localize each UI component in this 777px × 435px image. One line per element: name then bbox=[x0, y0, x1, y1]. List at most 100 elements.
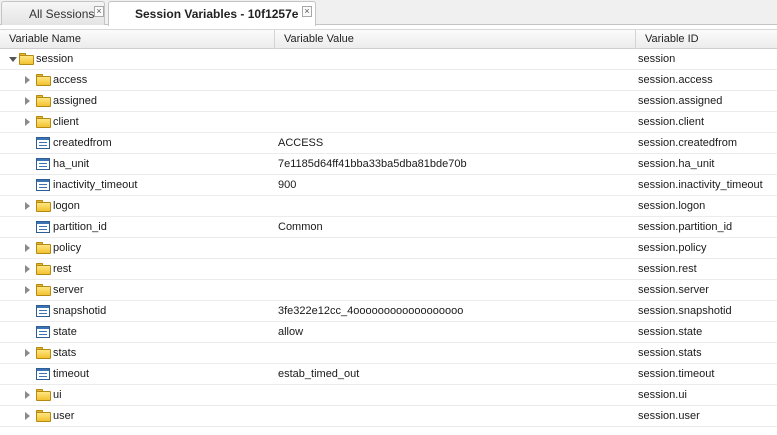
tab-strip: All Sessions × Session Variables - 10f12… bbox=[0, 0, 777, 26]
folder-icon bbox=[36, 389, 51, 401]
column-header-variable-value[interactable]: Variable Value bbox=[274, 30, 635, 49]
table-row[interactable]: ui session.ui bbox=[0, 385, 777, 406]
expand-arrow-right-icon[interactable] bbox=[25, 76, 30, 84]
variable-id-cell: session.rest bbox=[638, 263, 697, 275]
table-row[interactable]: partition_id Common session.partition_id bbox=[0, 217, 777, 238]
variable-tree-grid: session session access session.access assign… bbox=[0, 49, 777, 427]
folder-icon bbox=[36, 263, 51, 275]
variable-name-cell: ui bbox=[0, 385, 274, 405]
table-row[interactable]: stats session.stats bbox=[0, 343, 777, 364]
variable-icon bbox=[36, 305, 50, 317]
variable-name: stats bbox=[53, 347, 77, 359]
folder-icon bbox=[36, 74, 51, 86]
variable-name: assigned bbox=[53, 95, 98, 107]
variable-name: snapshotid bbox=[53, 305, 107, 317]
variable-value-cell bbox=[278, 280, 634, 300]
variable-value-cell bbox=[278, 385, 634, 405]
variable-value-cell: ACCESS bbox=[278, 137, 324, 149]
variable-name-cell: snapshotid bbox=[0, 301, 274, 321]
expand-arrow-down-icon[interactable] bbox=[9, 57, 17, 62]
table-row[interactable]: inactivity_timeout 900 session.inactivity_… bbox=[0, 175, 777, 196]
folder-icon bbox=[36, 347, 51, 359]
variable-name-cell: ha_unit bbox=[0, 154, 274, 174]
variable-name: session bbox=[36, 53, 74, 65]
table-row[interactable]: state allow session.state bbox=[0, 322, 777, 343]
folder-icon bbox=[36, 284, 51, 296]
expand-arrow-right-icon[interactable] bbox=[25, 97, 30, 105]
variable-id-cell: session.partition_id bbox=[638, 221, 733, 233]
table-row[interactable]: client session.client bbox=[0, 112, 777, 133]
variable-id-cell: session.createdfrom bbox=[638, 137, 738, 149]
variable-name-cell: createdfrom bbox=[0, 133, 274, 153]
variable-icon bbox=[36, 179, 50, 191]
variable-icon bbox=[36, 368, 50, 380]
tab-close-icon[interactable]: × bbox=[94, 6, 104, 17]
variable-id-cell: session.assigned bbox=[638, 95, 723, 107]
table-row[interactable]: user session.user bbox=[0, 406, 777, 427]
table-row[interactable]: createdfrom ACCESS session.createdfrom bbox=[0, 133, 777, 154]
table-row[interactable]: timeout estab_timed_out session.timeout bbox=[0, 364, 777, 385]
folder-icon bbox=[19, 53, 34, 65]
variable-name-cell: state bbox=[0, 322, 274, 342]
variable-name: timeout bbox=[53, 368, 90, 380]
variable-value-cell bbox=[278, 259, 634, 279]
variable-value-cell: 7e1185d64ff41bba33ba5dba81bde70b bbox=[278, 158, 467, 170]
variable-value-cell bbox=[278, 91, 634, 111]
variable-name: ha_unit bbox=[53, 158, 90, 170]
table-row[interactable]: ha_unit 7e1185d64ff41bba33ba5dba81bde70b s… bbox=[0, 154, 777, 175]
variable-name: client bbox=[53, 116, 79, 128]
variable-id-cell: session.stats bbox=[638, 347, 702, 359]
variable-id-cell: session.timeout bbox=[638, 368, 715, 380]
grid-header: Variable Name Variable Value Variable ID bbox=[0, 29, 777, 49]
column-header-variable-name[interactable]: Variable Name bbox=[0, 30, 274, 49]
table-row[interactable]: policy session.policy bbox=[0, 238, 777, 259]
variable-value-cell: 3fe322e12cc_4oooooooooooooooooo bbox=[278, 305, 464, 317]
tab-session-variables[interactable]: Session Variables - 10f1257e × bbox=[108, 1, 316, 26]
folder-icon bbox=[36, 242, 51, 254]
expand-arrow-right-icon[interactable] bbox=[25, 286, 30, 294]
table-row[interactable]: snapshotid 3fe322e12cc_4ooooooooooooooooo… bbox=[0, 301, 777, 322]
variable-name: access bbox=[53, 74, 88, 86]
column-header-variable-id[interactable]: Variable ID bbox=[635, 30, 777, 49]
variable-icon bbox=[36, 158, 50, 170]
variable-icon bbox=[36, 326, 50, 338]
variable-name-cell: logon bbox=[0, 196, 274, 216]
variable-name-cell: access bbox=[0, 70, 274, 90]
expand-arrow-right-icon[interactable] bbox=[25, 244, 30, 252]
expand-arrow-right-icon[interactable] bbox=[25, 391, 30, 399]
table-row[interactable]: access session.access bbox=[0, 70, 777, 91]
variable-id-cell: session.server bbox=[638, 284, 709, 296]
variable-name: createdfrom bbox=[53, 137, 112, 149]
variable-name: ui bbox=[53, 389, 62, 401]
variable-id-cell: session.logon bbox=[638, 200, 706, 212]
variable-name: inactivity_timeout bbox=[53, 179, 138, 191]
expand-arrow-right-icon[interactable] bbox=[25, 202, 30, 210]
variable-id-cell: session bbox=[638, 53, 676, 65]
variable-name-cell: client bbox=[0, 112, 274, 132]
variable-name-cell: rest bbox=[0, 259, 274, 279]
variable-name-cell: partition_id bbox=[0, 217, 274, 237]
variable-name: partition_id bbox=[53, 221, 107, 233]
table-row[interactable]: assigned session.assigned bbox=[0, 91, 777, 112]
expand-arrow-right-icon[interactable] bbox=[25, 412, 30, 420]
variable-value-cell: estab_timed_out bbox=[278, 368, 360, 380]
variable-value-cell bbox=[278, 343, 634, 363]
variable-name: user bbox=[53, 410, 75, 422]
expand-arrow-right-icon[interactable] bbox=[25, 265, 30, 273]
folder-icon bbox=[36, 410, 51, 422]
table-row[interactable]: rest session.rest bbox=[0, 259, 777, 280]
table-row[interactable]: session session bbox=[0, 49, 777, 70]
variable-name-cell: stats bbox=[0, 343, 274, 363]
folder-icon bbox=[36, 116, 51, 128]
table-row[interactable]: logon session.logon bbox=[0, 196, 777, 217]
variable-value-cell bbox=[278, 70, 634, 90]
folder-icon bbox=[36, 95, 51, 107]
variable-value-cell bbox=[278, 196, 634, 216]
tab-label: All Sessions bbox=[29, 7, 95, 21]
table-row[interactable]: server session.server bbox=[0, 280, 777, 301]
expand-arrow-right-icon[interactable] bbox=[25, 349, 30, 357]
variable-value-cell bbox=[278, 49, 634, 69]
expand-arrow-right-icon[interactable] bbox=[25, 118, 30, 126]
tab-close-icon[interactable]: × bbox=[302, 6, 312, 17]
tab-all-sessions[interactable]: All Sessions × bbox=[1, 1, 105, 25]
